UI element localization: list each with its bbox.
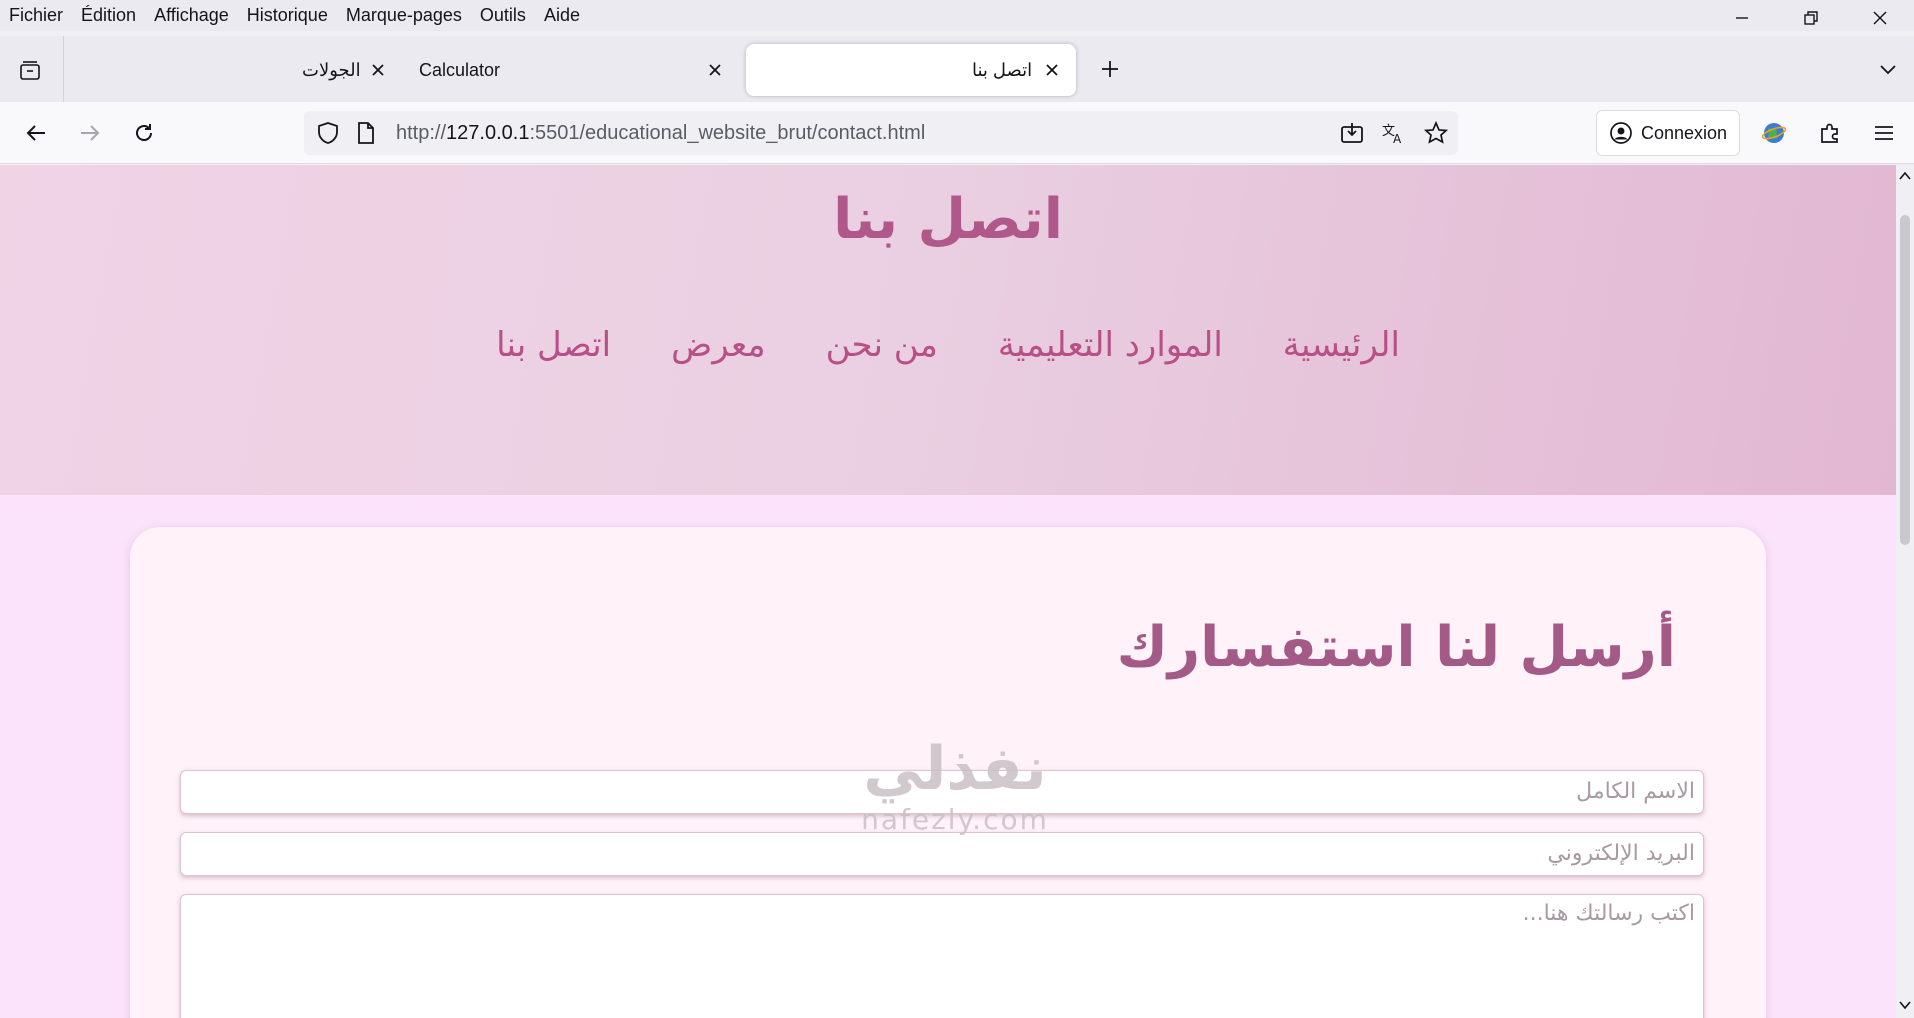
restore-icon (1803, 11, 1818, 25)
account-button[interactable]: Connexion (1596, 110, 1740, 156)
url-scheme: http:// (396, 121, 447, 144)
list-all-tabs-button[interactable] (1872, 53, 1904, 85)
star-icon[interactable] (1422, 119, 1450, 147)
reload-button[interactable] (126, 115, 162, 151)
menu-historique[interactable]: Historique (247, 5, 328, 26)
scroll-down-arrow-icon[interactable] (1898, 998, 1912, 1012)
shield-icon[interactable] (314, 119, 342, 147)
nav-link-about[interactable]: من نحن (826, 325, 938, 365)
account-label: Connexion (1641, 122, 1728, 143)
close-icon (1873, 11, 1886, 25)
close-icon (372, 64, 384, 76)
url-bar[interactable]: http://127.0.0.1:5501/educational_websit… (304, 111, 1458, 155)
chevron-down-icon (1880, 65, 1896, 75)
email-input[interactable]: البريد الإلكتروني (180, 832, 1704, 876)
page-title: اتصل بنا (833, 187, 1063, 252)
watermark-logo: نفذلي nafezly.com (850, 735, 1060, 836)
scroll-up-arrow-icon[interactable] (1898, 169, 1912, 183)
url-host: 127.0.0.1 (446, 121, 530, 144)
hamburger-menu-icon (1875, 126, 1893, 140)
firefox-view-icon (20, 61, 40, 80)
back-button[interactable] (18, 115, 54, 151)
tab-close-button[interactable] (1040, 58, 1064, 82)
firefox-view-button[interactable] (10, 53, 50, 89)
message-textarea[interactable]: اكتب رسالتك هنا... (180, 894, 1704, 1018)
restore-button[interactable] (1776, 0, 1845, 36)
extension-globe-button[interactable] (1756, 115, 1792, 151)
app-menu-button[interactable] (1866, 115, 1902, 151)
menu-outils[interactable]: Outils (480, 5, 526, 26)
menu-bar: Fichier Édition Affichage Historique Mar… (0, 0, 1914, 31)
menu-marque-pages[interactable]: Marque-pages (346, 5, 462, 26)
close-icon (709, 64, 721, 76)
menu-edition[interactable]: Édition (81, 5, 136, 26)
globe-icon (1761, 123, 1787, 143)
tab-contact-active[interactable]: اتصل بنا (746, 44, 1076, 96)
puzzle-icon (1821, 123, 1838, 143)
watermark-arabic: نفذلي (863, 734, 1047, 804)
tab-calculator[interactable]: Calculator (410, 44, 730, 96)
page-header: اتصل بنا الرئيسية الموارد التعليمية من ن… (0, 165, 1896, 495)
minimize-icon (1735, 17, 1748, 19)
close-icon (1046, 64, 1058, 76)
nav-link-gallery[interactable]: معرض (671, 325, 765, 365)
forward-button[interactable] (72, 115, 108, 151)
url-text[interactable]: http://127.0.0.1:5501/educational_websit… (396, 122, 925, 145)
reload-icon (136, 124, 152, 141)
tab-close-button[interactable] (366, 58, 390, 82)
site-nav: الرئيسية الموارد التعليمية من نحن معرض ا… (0, 325, 1896, 365)
plus-icon (1102, 61, 1118, 77)
tab-strip: الجولات Calculator اتصل بنا (0, 36, 1914, 102)
arrow-left-icon (26, 125, 45, 141)
nav-link-contact[interactable]: اتصل بنا (496, 325, 611, 365)
tab-separator (63, 36, 64, 102)
url-path: :5501/educational_website_brut/contact.h… (529, 121, 926, 144)
nav-link-home[interactable]: الرئيسية (1283, 325, 1400, 365)
tab-title: الجولات (302, 59, 361, 80)
minimize-button[interactable] (1707, 0, 1776, 36)
new-tab-button[interactable] (1094, 53, 1126, 85)
scrollbar-thumb[interactable] (1900, 215, 1910, 545)
watermark-latin: nafezly.com (861, 803, 1049, 836)
save-to-pocket-icon[interactable] (1338, 119, 1366, 147)
account-icon (1609, 121, 1633, 145)
svg-text:A: A (1393, 132, 1402, 145)
menu-fichier[interactable]: Fichier (9, 5, 63, 26)
window-controls (1707, 0, 1914, 36)
form-title: أرسل لنا استفسارك (1116, 615, 1676, 680)
menu-aide[interactable]: Aide (544, 5, 580, 26)
extensions-button[interactable] (1812, 115, 1848, 151)
close-window-button[interactable] (1845, 0, 1914, 36)
translate-icon[interactable]: 文A (1380, 119, 1408, 147)
tab-title: Calculator (419, 59, 501, 80)
nav-link-resources[interactable]: الموارد التعليمية (998, 325, 1223, 365)
tab-title: اتصل بنا (972, 59, 1033, 80)
page-viewport: اتصل بنا الرئيسية الموارد التعليمية من ن… (0, 165, 1914, 1018)
menu-affichage[interactable]: Affichage (154, 5, 229, 26)
navigation-toolbar: http://127.0.0.1:5501/educational_websit… (0, 102, 1914, 164)
tab-tours[interactable]: الجولات (290, 44, 390, 96)
arrow-right-icon (81, 125, 100, 141)
tab-close-button[interactable] (703, 58, 727, 82)
scrollbar[interactable] (1896, 165, 1914, 1018)
page-icon[interactable] (352, 119, 380, 147)
